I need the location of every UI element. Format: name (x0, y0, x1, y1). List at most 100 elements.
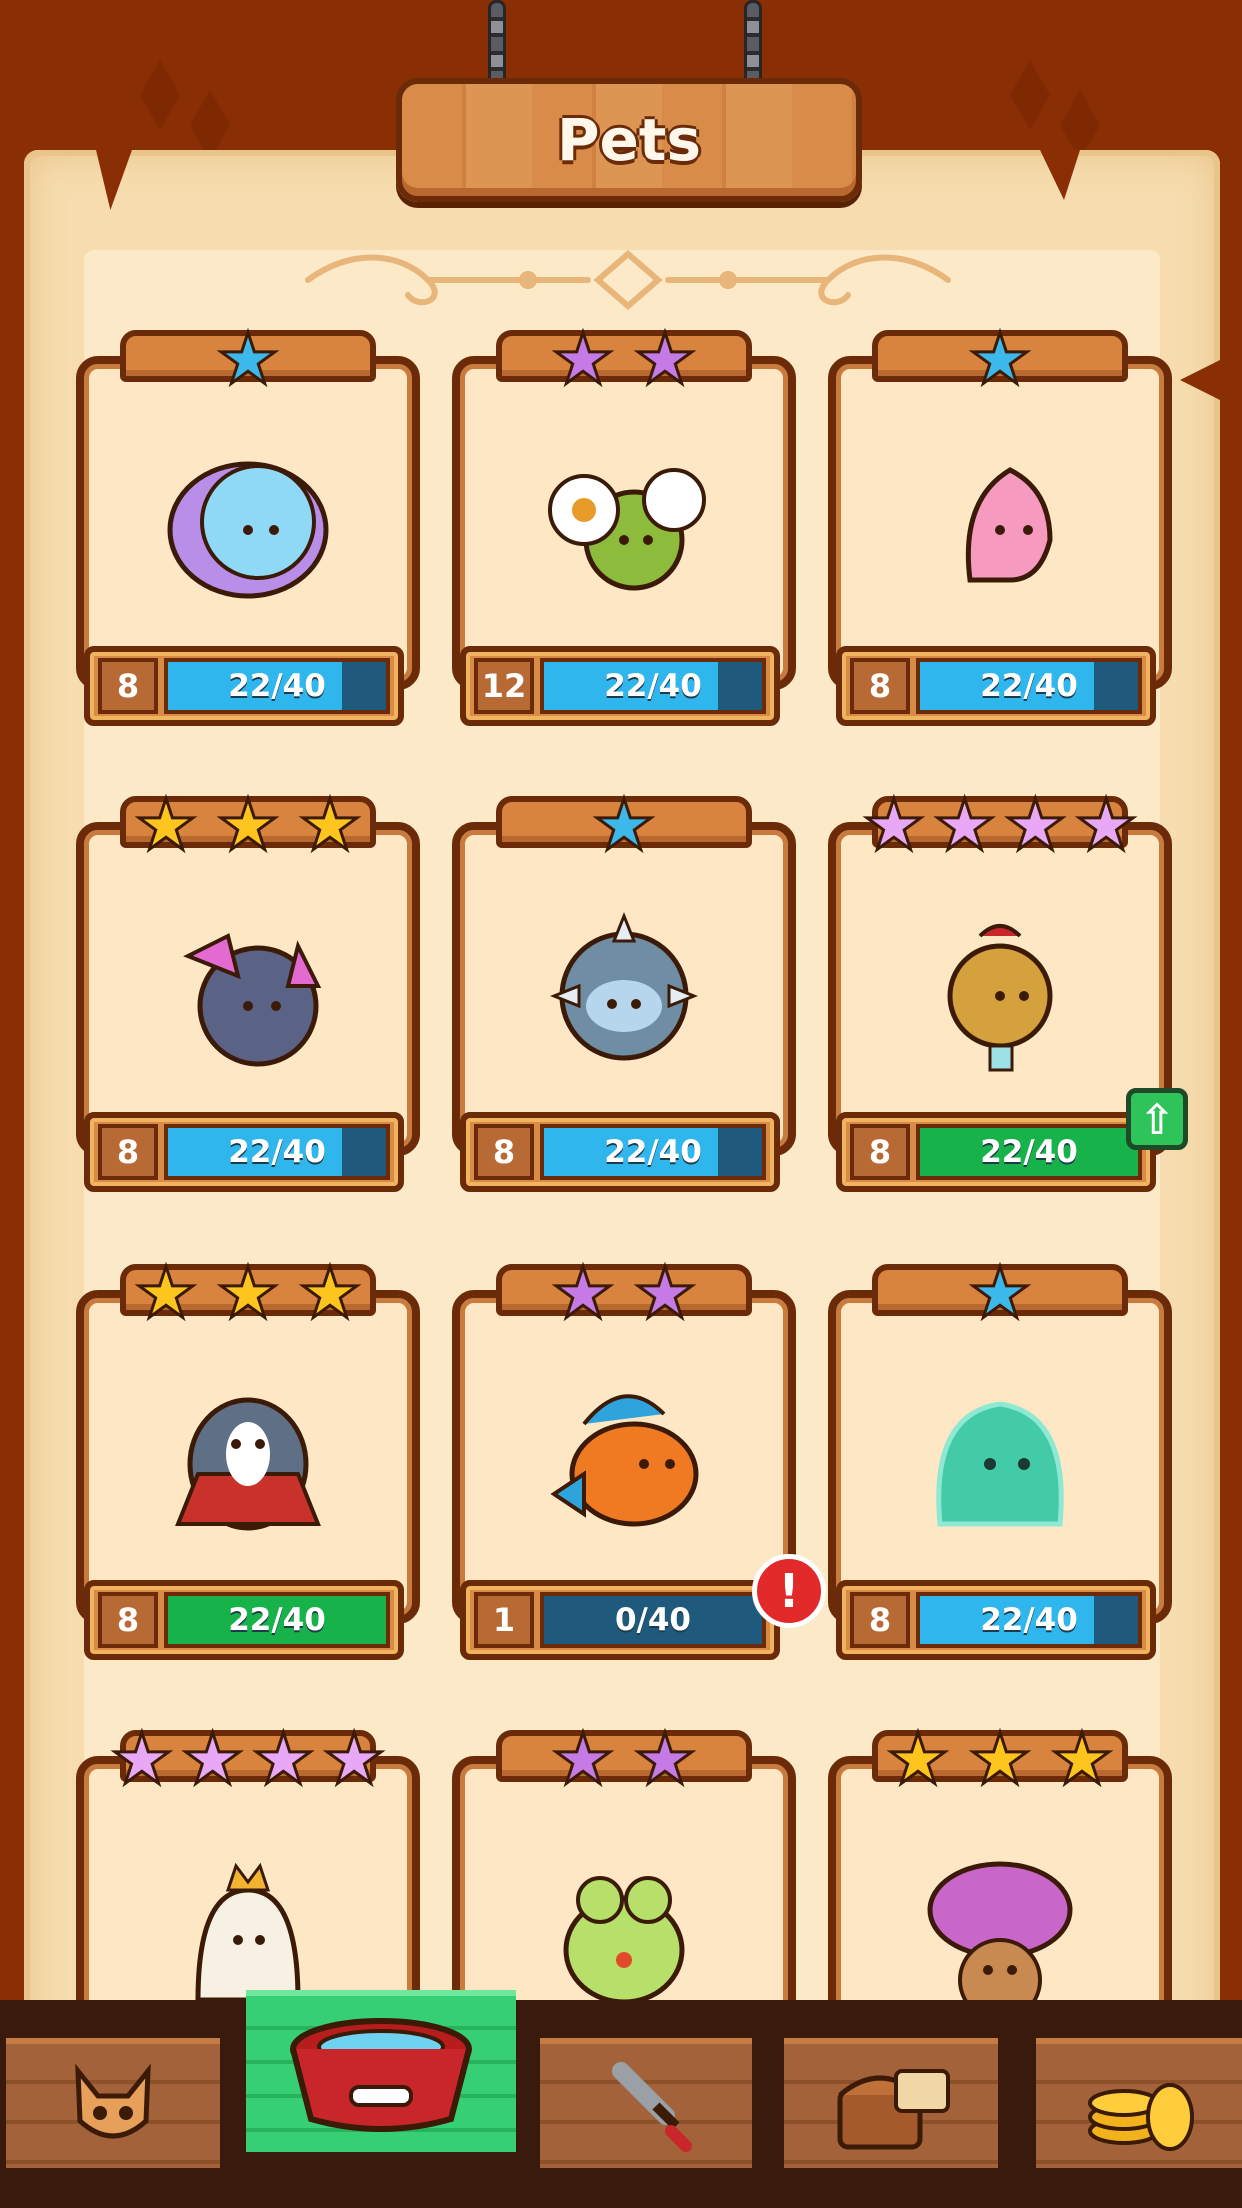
cosmic-blob-icon (167, 461, 329, 599)
star-rating: ★ ★ (502, 1718, 746, 1800)
bottom-nav (0, 1990, 1242, 2208)
card-header: ★ (496, 787, 752, 864)
star-rating: ★ ★ ★ (126, 1252, 370, 1334)
pet-card[interactable]: ★ ★ 1 0/40! (452, 1255, 826, 1664)
star-icon: ★ (1049, 1718, 1115, 1800)
star-icon: ★ (885, 1718, 951, 1800)
star-icon: ★ (967, 1252, 1033, 1334)
star-rating: ★ (878, 1252, 1122, 1334)
card-header: ★ ★ ★ (872, 1721, 1128, 1798)
pet-level: 12 (474, 658, 534, 714)
progress-text: 22/40 (228, 1134, 326, 1170)
progress-bar: 22/40 (916, 1124, 1142, 1180)
nav-tab-pets[interactable] (246, 1990, 516, 2152)
pet-card[interactable]: ★ 8 22/40 (76, 321, 420, 730)
star-icon: ★ (591, 784, 657, 866)
treasure-chest-icon (837, 2069, 950, 2150)
pet-card[interactable]: ★ ★ ★ 8 22/40 (76, 787, 420, 1196)
pet-card[interactable]: ★ ★ ★ ★ 8 22/40 ⇧ (828, 787, 1188, 1196)
star-rating: ★ ★ ★ ★ (109, 1721, 387, 1798)
card-header: ★ ★ ★ (120, 1255, 376, 1332)
progress-bar: 22/40 (540, 1124, 766, 1180)
crystal-rock-icon (183, 933, 322, 1067)
card-header: ★ ★ ★ (120, 787, 376, 864)
star-icon: ★ (932, 784, 998, 866)
star-icon: ★ (1003, 784, 1069, 866)
pink-genie-icon (965, 467, 1053, 583)
alert-icon: ! (752, 1554, 826, 1628)
star-icon: ★ (550, 318, 616, 400)
star-rating: ★ ★ ★ ★ (861, 784, 1139, 866)
card-header: ★ (872, 321, 1128, 398)
progress-text: 22/40 (228, 668, 326, 704)
star-icon: ★ (133, 1252, 199, 1334)
star-rating: ★ ★ ★ (126, 784, 370, 866)
ornament-divider (305, 250, 951, 310)
level-bar: 8 22/40 (84, 1580, 404, 1660)
star-rating: ★ ★ (502, 318, 746, 400)
bg-diamond (1010, 60, 1050, 130)
nav-tab-treasure[interactable] (784, 2038, 998, 2168)
progress-text: 22/40 (604, 1134, 702, 1170)
bg-diamond (140, 60, 180, 130)
progress-bar: 22/40 (164, 1592, 390, 1648)
title-board: Pets (396, 78, 862, 202)
pet-bowl-icon (290, 2018, 472, 2132)
pet-level: 8 (850, 658, 910, 714)
star-icon: ★ (109, 1718, 175, 1800)
star-icon: ★ (632, 1252, 698, 1334)
page-title: Pets (556, 106, 702, 174)
level-bar: 1 0/40 (460, 1580, 780, 1660)
star-rating: ★ (502, 784, 746, 866)
star-rating: ★ (878, 318, 1122, 400)
progress-text: 22/40 (980, 668, 1078, 704)
upgrade-arrow-icon[interactable]: ⇧ (1126, 1088, 1188, 1150)
pet-card[interactable]: ★ 8 22/40 (828, 1255, 1172, 1664)
star-icon: ★ (297, 784, 363, 866)
pet-level: 8 (474, 1124, 534, 1180)
star-rating: ★ ★ ★ (878, 1718, 1122, 1800)
pet-card[interactable]: ★ 8 22/40 (452, 787, 796, 1196)
progress-text: 22/40 (980, 1134, 1078, 1170)
pet-level: 8 (98, 658, 158, 714)
level-bar: 8 22/40 (836, 1580, 1156, 1660)
spiky-ball-icon (549, 911, 699, 1061)
sword-icon (612, 2062, 692, 2152)
card-header: ★ ★ (496, 321, 752, 398)
star-rating: ★ (126, 321, 370, 398)
star-icon: ★ (550, 1252, 616, 1334)
card-header: ★ ★ (496, 1721, 752, 1798)
star-icon: ★ (967, 318, 1033, 400)
card-header: ★ ★ ★ ★ (109, 1721, 387, 1798)
progress-bar: 22/40 (540, 658, 766, 714)
cat-icon (75, 2063, 151, 2139)
pet-card[interactable]: ★ ★ 12 22/40 (452, 321, 796, 730)
star-rating: ★ ★ (502, 1252, 746, 1334)
star-icon: ★ (1073, 784, 1139, 866)
level-bar: 12 22/40 (460, 646, 780, 726)
card-header: ★ (872, 1255, 1128, 1332)
pet-card[interactable]: ★ ★ ★ 8 22/40 (76, 1255, 420, 1664)
pet-card[interactable]: ★ 8 22/40 (828, 321, 1172, 730)
pet-level: 8 (850, 1592, 910, 1648)
progress-text: 22/40 (604, 668, 702, 704)
orange-fish-icon (550, 1394, 699, 1527)
progress-text: 22/40 (980, 1602, 1078, 1638)
star-icon: ★ (632, 318, 698, 400)
level-bar: 8 22/40 (84, 1112, 404, 1192)
level-bar: 8 22/40 (836, 1112, 1156, 1192)
pet-level: 8 (850, 1124, 910, 1180)
card-header: ★ (120, 321, 376, 398)
progress-bar: 22/40 (164, 1124, 390, 1180)
pet-level: 8 (98, 1124, 158, 1180)
pet-level: 1 (474, 1592, 534, 1648)
green-slime-icon (936, 1401, 1064, 1527)
star-icon: ★ (297, 1252, 363, 1334)
nav-tab-shop[interactable] (1036, 2038, 1242, 2168)
star-icon: ★ (550, 1718, 616, 1800)
nav-tab-cat[interactable] (6, 2038, 220, 2168)
star-icon: ★ (215, 784, 281, 866)
progress-bar: 22/40 (164, 658, 390, 714)
star-icon: ★ (133, 784, 199, 866)
nav-tab-battle[interactable] (540, 2038, 752, 2168)
